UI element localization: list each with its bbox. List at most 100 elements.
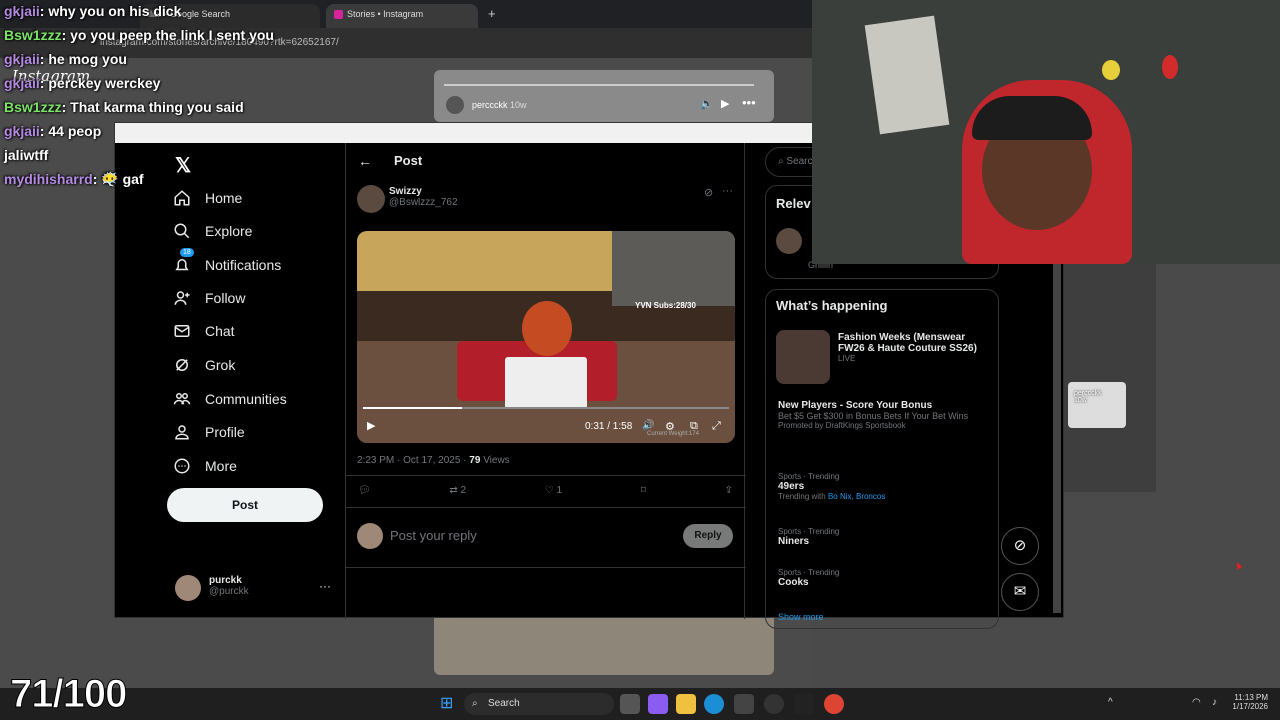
nav-communities[interactable]: Communities [173,384,287,414]
trend-meta: Sports · Trending [778,527,840,536]
trend-item[interactable]: Sports · Trending Cooks [778,568,988,588]
trend-link[interactable]: Bo Nix, Broncos [828,492,885,501]
chat-message: gkjaii: why you on his dick [4,3,182,19]
nav-notifications[interactable]: Notifications 18 [173,248,282,280]
communities-icon [173,393,191,405]
clock[interactable]: 11:13 PM 1/17/2026 [1228,693,1268,711]
post-column: ← Post Swizzy @Bswlzzz_762 ⊘ ··· YVN Sub… [345,143,746,619]
author-info[interactable]: Swizzy @Bswlzzz_762 [389,186,458,208]
file-explorer-icon[interactable] [676,694,696,714]
like-button[interactable]: ♡ 1 [545,485,562,496]
story-preview[interactable]: perccckk 10w [1068,382,1126,428]
tab-instagram[interactable]: Stories • Instagram [326,4,478,28]
video-popup [505,357,587,409]
story-image [434,618,774,675]
app-icon[interactable] [794,694,814,714]
divider [346,475,746,476]
volume-icon[interactable]: ♪ [1212,697,1217,708]
video-webcam [612,231,735,306]
avatar [776,228,802,254]
retweet-icon: ⇄ [449,485,458,496]
play-icon[interactable]: ▶ [721,97,729,110]
back-arrow-icon[interactable]: ← [358,153,372,169]
section-title: What’s happening [776,298,888,313]
grok-icon[interactable]: ⊘ [1001,527,1039,565]
nav-label: Explore [205,223,253,239]
mute-icon[interactable]: 🔈 [700,97,714,110]
scrollbar[interactable] [1053,263,1061,613]
nav-label: Follow [205,290,246,306]
divider [346,507,746,508]
story-card[interactable]: perccckk 10w 🔈 ▶ ••• [434,70,774,122]
video-player[interactable]: YVN Subs:28/30 Current Weight:174 ▶ 0:31… [357,231,735,443]
copilot-icon[interactable] [648,694,668,714]
share-icon[interactable]: ⇪ [725,485,733,496]
nav-chat[interactable]: Chat [173,316,235,346]
trend-extra: Trending with [778,492,826,501]
video-scrubber[interactable] [363,407,729,409]
play-icon[interactable]: ▶ [367,419,375,432]
trend-item[interactable]: Sports · Trending 49ers Trending with Bo… [778,472,988,501]
search-placeholder: Search [488,698,520,709]
chat-user: gkjaii [4,3,40,19]
edge-icon[interactable] [704,694,724,714]
reply-input[interactable]: Post your reply [390,528,477,543]
obs-icon[interactable] [764,694,784,714]
chat-user: mydihisharrd [4,171,93,187]
pip-icon[interactable]: ⧉ [690,420,698,433]
nav-home[interactable]: Home [173,183,242,213]
more-icon[interactable]: ··· [722,185,733,197]
reply-button[interactable]: Reply [683,524,733,548]
task-view-icon[interactable] [620,694,640,714]
volume-icon[interactable]: 🔊 [642,420,654,431]
person-hair [972,96,1092,140]
trend-item[interactable]: Fashion Weeks (Menswear FW26 & Haute Cou… [838,332,988,363]
post-button[interactable]: Post [167,488,323,522]
account-switcher[interactable]: purckk @purckk [209,575,249,597]
trend-meta: LIVE [838,354,856,363]
search-placeholder: Searc [786,156,813,167]
nav-more[interactable]: More [173,451,237,481]
nav-label: Home [205,190,243,206]
section-title: Relev [776,196,811,211]
nav-follow[interactable]: Follow [173,283,245,313]
chat-text: he mog you [48,51,127,67]
home-icon [174,190,190,206]
wifi-icon[interactable]: ◠ [1192,697,1201,708]
chat-message: jaliwtff [4,147,48,163]
chrome-icon[interactable] [824,694,844,714]
story-time: 10w [1074,397,1087,404]
cursor-icon [1237,562,1242,570]
account-more-icon[interactable]: ··· [319,579,331,593]
settings-icon[interactable]: ⚙ [665,420,675,433]
nav-grok[interactable]: Grok [173,350,235,380]
store-icon[interactable] [734,694,754,714]
x-logo-icon[interactable]: 𝕏 [175,153,191,178]
mail-icon[interactable]: ✉ [1001,573,1039,611]
trend-item[interactable]: Sports · Trending Niners [778,527,988,547]
account-handle: @purckk [209,586,249,597]
search-icon: ⌕ [778,156,784,167]
trend-body: Bet $5 Get $300 in Bonus Bets If Your Be… [778,411,969,421]
trend-item[interactable]: New Players - Score Your Bonus Bet $5 Ge… [778,400,988,430]
taskbar-search[interactable]: ⌕ Search [464,693,614,715]
chat-message: gkjaii: 44 peop [4,123,102,139]
nav-explore[interactable]: Explore [173,216,252,246]
chat-text: yo you peep the link I sent you [70,27,274,43]
avatar [446,96,464,114]
chat-message: Bsw1zzz: That karma thing you said [4,99,244,115]
nav-profile[interactable]: Profile [173,417,245,447]
windows-start-icon[interactable]: ⊞ [440,694,460,714]
new-tab-icon[interactable]: + [488,6,496,21]
reply-icon[interactable]: 💬︎ [358,485,371,496]
nav-label: Profile [205,424,245,440]
grok-icon[interactable]: ⊘ [704,186,713,199]
bookmark-icon[interactable]: ⌑ [641,485,646,496]
grok-icon [176,359,188,371]
fullscreen-icon[interactable]: ⤢ [712,420,721,433]
show-more-link[interactable]: Show more [778,612,824,622]
nav-label: Notifications [205,257,282,273]
more-icon[interactable]: ••• [742,95,756,110]
tray-chevron-icon[interactable]: ^ [1108,697,1113,708]
retweet-button[interactable]: ⇄ 2 [449,485,466,496]
